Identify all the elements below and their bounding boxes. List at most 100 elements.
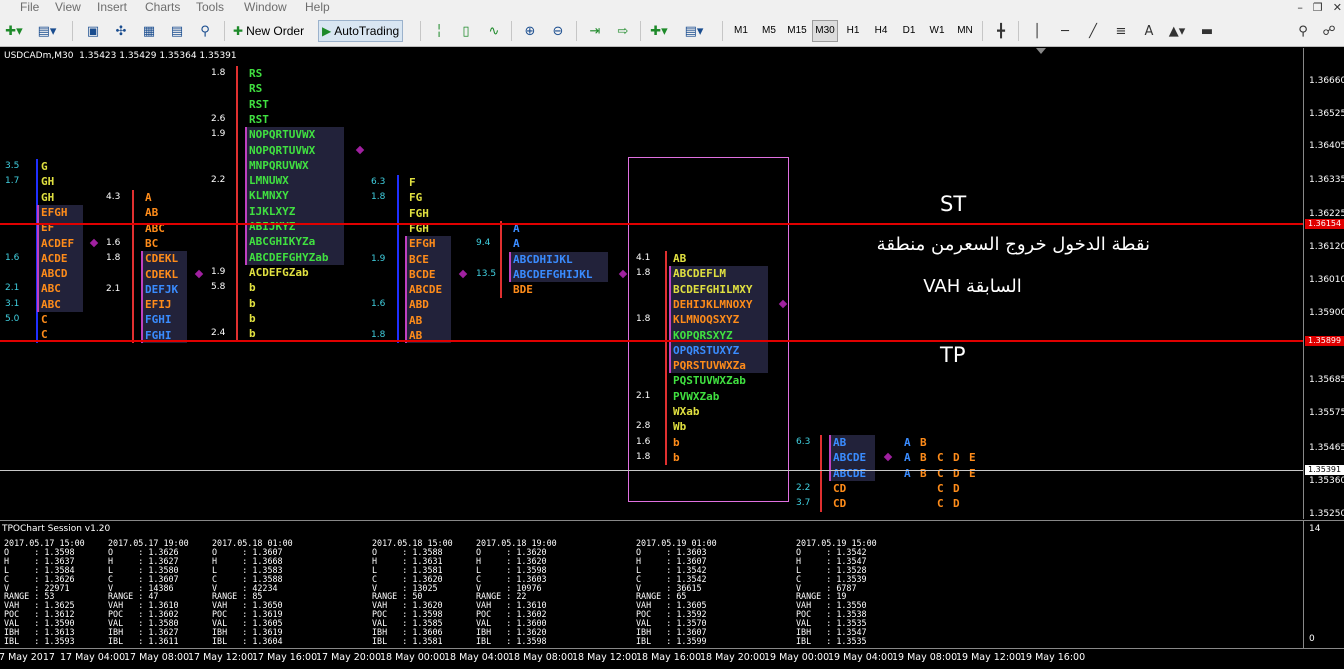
tpo-stat-label: 3.5 [5, 161, 20, 171]
live-tpo-letter: B [920, 436, 927, 449]
tpo-session-window[interactable]: TPOChart Session v1.20 2017.05.17 15:00 … [0, 520, 1303, 648]
auto-scroll-icon[interactable]: ⇨ [612, 21, 634, 41]
time-label: 19 May 12:00 [956, 652, 1022, 663]
tpo-row: G [41, 160, 48, 173]
tpo-row: ABCDHIJKL [513, 252, 573, 266]
tpo-row: ABC [41, 297, 61, 311]
timeframe-m15[interactable]: M15 [784, 20, 810, 42]
live-tpo-letter: B [920, 466, 927, 480]
zoom-out-icon[interactable]: ⊖ [547, 21, 569, 41]
terminal-icon[interactable]: ▤ [166, 21, 188, 41]
price-label: 1.36120 [1309, 242, 1344, 252]
price-label: 1.35575 [1309, 408, 1344, 418]
time-label: 18 May 20:00 [700, 652, 766, 663]
indicator-scale: 14 0 [1303, 520, 1344, 648]
chart-symbol-info: USDCADm,M30 1.35423 1.35429 1.35364 1.35… [4, 51, 237, 61]
tpo-row: ABCDE [833, 466, 867, 480]
market-watch-icon[interactable]: ▣ [82, 21, 104, 41]
horizontal-line-icon[interactable]: ─ [1054, 21, 1076, 41]
session-stats: 2017.05.18 01:00 O : 1.3607 H : 1.3668 L… [212, 538, 293, 646]
bid-line[interactable] [0, 470, 1303, 471]
tpo-row: AB [409, 313, 423, 327]
value-area-box[interactable] [628, 157, 789, 502]
timeframe-h4[interactable]: H4 [868, 20, 894, 42]
chart-shift-icon[interactable]: ⇥ [584, 21, 606, 41]
strategy-tester-icon[interactable]: ⚲ [194, 21, 216, 41]
tpo-stat-label: 5.8 [211, 282, 226, 293]
timeframe-h1[interactable]: H1 [840, 20, 866, 42]
stop-loss-line[interactable] [0, 223, 1303, 225]
session-range-bar [132, 190, 134, 343]
price-label: 1.36010 [1309, 275, 1344, 285]
restore-icon[interactable]: ❐ [1313, 1, 1323, 14]
menu-tools[interactable]: Tools [196, 0, 224, 14]
tpo-row: ABC [41, 282, 61, 296]
tpo-row: ABD [409, 298, 429, 312]
live-tpo-letter: B [920, 451, 927, 465]
new-chart-icon[interactable]: ✚▾ [3, 21, 25, 41]
navigator-icon[interactable]: ✣ [110, 21, 132, 41]
poc-marker-icon [883, 453, 893, 462]
time-label: 17 May 04:00 [60, 652, 126, 663]
tpo-stat-label: 2.2 [211, 175, 226, 186]
price-scale[interactable]: 1.36660 1.36525 1.36405 1.36335 1.36225 … [1303, 48, 1344, 519]
indicators-icon[interactable]: ✚▾ [648, 21, 670, 41]
main-chart[interactable]: USDCADm,M30 1.35423 1.35429 1.35364 1.35… [0, 48, 1303, 519]
st-price-tag: 1.36154 [1305, 219, 1344, 229]
menu-view[interactable]: View [55, 0, 81, 14]
menu-insert[interactable]: Insert [97, 0, 127, 14]
crosshair-icon[interactable]: ╋ [990, 21, 1012, 41]
price-label: 1.35900 [1309, 308, 1344, 318]
candlestick-icon[interactable]: ▯ [455, 21, 477, 41]
menu-window[interactable]: Window [244, 0, 287, 14]
timeframe-m30[interactable]: M30 [812, 20, 838, 42]
tpo-row: ABCDEFGHYZab [249, 250, 329, 264]
menu-help[interactable]: Help [305, 0, 330, 14]
arrows-icon[interactable]: ▲▾ [1166, 21, 1188, 41]
timeframe-m5[interactable]: M5 [756, 20, 782, 42]
text-tool-icon[interactable]: A [1138, 21, 1160, 41]
minimize-icon[interactable]: – [1297, 1, 1303, 14]
search-icon[interactable]: ⚲ [1292, 21, 1314, 41]
community-icon[interactable]: ☍ [1318, 21, 1340, 41]
timeframe-m1[interactable]: M1 [728, 20, 754, 42]
tpo-stat-label: 1.9 [211, 266, 226, 277]
autotrading-button[interactable]: ▶ AutoTrading [318, 20, 404, 42]
tpo-stat-label: 2.2 [796, 482, 811, 493]
tpo-row: FGH [409, 206, 429, 220]
tpo-row: NOPQRTUVWX [249, 128, 316, 142]
tpo-row: ABCD [41, 267, 68, 281]
zoom-in-icon[interactable]: ⊕ [519, 21, 541, 41]
live-tpo-letter: C [937, 451, 944, 465]
price-label: 1.36525 [1309, 109, 1344, 119]
timeframe-d1[interactable]: D1 [896, 20, 922, 42]
timeframe-mn[interactable]: MN [952, 20, 978, 42]
tpo-stat-label: 2.6 [211, 113, 226, 124]
tpo-row: EFGH [409, 237, 436, 251]
tpo-stat-label: 1.9 [371, 253, 386, 264]
new-order-button[interactable]: ✚ New Order [230, 20, 307, 42]
shapes-icon[interactable]: ▬ [1196, 21, 1218, 41]
tpo-stat-label: 1.6 [106, 237, 121, 248]
tpo-stat-label: 6.3 [371, 177, 386, 187]
close-icon[interactable]: ✕ [1333, 1, 1342, 14]
menu-file[interactable]: File [20, 0, 39, 14]
time-axis[interactable]: 17 May 201717 May 04:0017 May 08:0017 Ma… [0, 648, 1344, 669]
trendline-icon[interactable]: ╱ [1082, 21, 1104, 41]
menu-charts[interactable]: Charts [145, 0, 180, 14]
tp-price-tag: 1.35899 [1305, 336, 1344, 346]
tpo-row: A [145, 191, 152, 204]
tpo-row: MNPQRUVWX [249, 158, 309, 172]
poc-marker-icon [355, 145, 365, 154]
take-profit-line[interactable] [0, 340, 1303, 342]
data-window-icon[interactable]: ▦ [138, 21, 160, 41]
templates-icon[interactable]: ▤▾ [683, 21, 705, 41]
live-tpo-letter: A [904, 451, 911, 465]
chart-shift-marker[interactable] [1036, 48, 1046, 54]
profiles-icon[interactable]: ▤▾ [36, 21, 58, 41]
vertical-line-icon[interactable]: │ [1026, 21, 1048, 41]
timeframe-w1[interactable]: W1 [924, 20, 950, 42]
channel-icon[interactable]: ≡ [1110, 21, 1132, 41]
bar-chart-icon[interactable]: ╎ [428, 21, 450, 41]
line-chart-icon[interactable]: ∿ [483, 21, 505, 41]
